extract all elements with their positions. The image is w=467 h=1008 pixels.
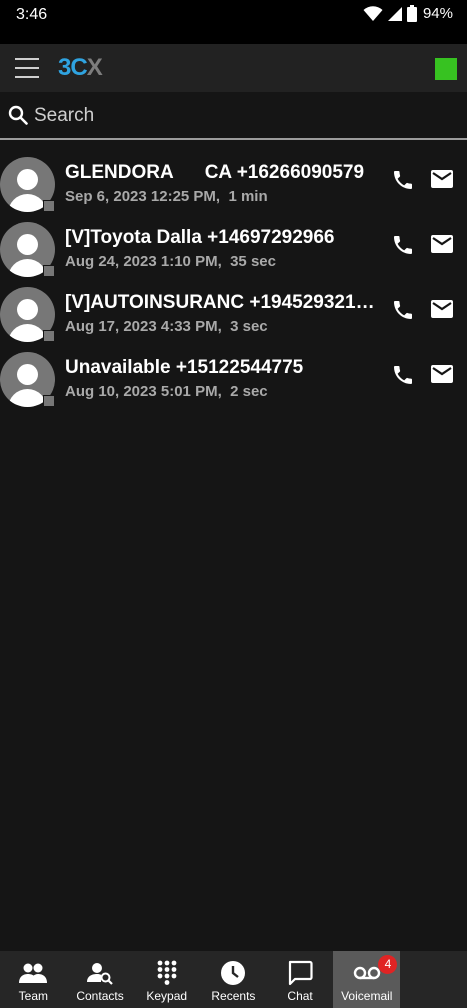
voicemail-date: Sep 6, 2023 12:25 PM, [65,188,221,205]
presence-status-indicator[interactable] [435,58,457,80]
battery-percentage: 94% [422,5,453,22]
voicemail-date: Aug 10, 2023 5:01 PM, [65,383,222,400]
voicemail-icon [353,966,380,980]
avatar-status-badge [43,265,55,277]
tab-chat[interactable]: Chat [267,951,334,1008]
status-bar: 3:46 94% [0,0,467,44]
tab-label: Voicemail [341,989,393,1003]
tab-voicemail[interactable]: Voicemail 4 [333,951,401,1008]
voicemail-meta: Aug 10, 2023 5:01 PM, 2 sec [65,383,268,400]
chat-icon [288,960,313,986]
clock-icon [221,961,246,985]
email-icon[interactable] [430,299,454,319]
voicemail-row[interactable]: GLENDORA CA +16266090579 Sep 6, 2023 12:… [0,150,467,214]
tab-label: Recents [211,989,256,1003]
app-bar: 3CX [0,44,467,92]
caller-name: [V]Toyota Dalla +14697292966 [65,227,335,248]
search-icon [8,105,28,125]
voicemail-meta: Aug 24, 2023 1:10 PM, 35 sec [65,253,276,270]
logo-text-part2: X [86,54,103,81]
voicemail-row[interactable]: [V]AUTOINSURANC +194529321… Aug 17, 2023… [0,280,467,344]
phone-icon[interactable] [391,233,415,257]
contacts-search-icon [87,963,113,985]
tab-label: Team [18,989,49,1003]
avatar-status-badge [43,395,55,407]
email-icon[interactable] [430,169,454,189]
tab-keypad[interactable]: Keypad [133,951,200,1008]
tab-recents[interactable]: Recents [200,951,267,1008]
signal-icon [387,6,402,21]
tab-label: Keypad [146,989,188,1003]
caller-name: Unavailable +15122544775 [65,357,304,378]
status-icons: 94% [363,5,453,22]
team-icon [19,963,48,983]
tab-contacts[interactable]: Contacts [67,951,134,1008]
battery-icon [406,5,417,22]
email-icon[interactable] [430,364,454,384]
voicemail-count-badge: 4 [378,955,398,974]
bottom-navigation: Team Contacts Keypad Recents Chat Voicem… [0,951,467,1008]
voicemail-meta: Sep 6, 2023 12:25 PM, 1 min [65,188,268,205]
tab-label: Chat [287,989,313,1003]
phone-icon[interactable] [391,168,415,192]
logo-text-part1: 3C [58,54,88,81]
caller-name: [V]AUTOINSURANC +194529321… [65,292,375,313]
email-icon[interactable] [430,234,454,254]
phone-icon[interactable] [391,298,415,322]
avatar-status-badge [43,200,55,212]
voicemail-duration: 2 sec [230,383,268,400]
avatar-status-badge [43,330,55,342]
search-bar [0,92,467,140]
caller-name: GLENDORA CA +16266090579 [65,162,365,183]
voicemail-duration: 35 sec [230,253,276,270]
keypad-icon [157,960,177,985]
tab-team[interactable]: Team [0,951,67,1008]
wifi-icon [363,5,383,21]
status-time: 3:46 [16,6,48,23]
voicemail-row[interactable]: Unavailable +15122544775 Aug 10, 2023 5:… [0,345,467,409]
voicemail-row[interactable]: [V]Toyota Dalla +14697292966 Aug 24, 202… [0,215,467,279]
voicemail-date: Aug 17, 2023 4:33 PM, [65,318,222,335]
hamburger-menu-icon[interactable] [15,56,39,80]
phone-icon[interactable] [391,363,415,387]
search-input[interactable] [34,104,454,128]
voicemail-date: Aug 24, 2023 1:10 PM, [65,253,222,270]
tab-label: Contacts [76,989,124,1003]
3cx-logo: 3CX [58,54,103,82]
voicemail-duration: 1 min [228,188,268,205]
voicemail-duration: 3 sec [230,318,268,335]
voicemail-meta: Aug 17, 2023 4:33 PM, 3 sec [65,318,268,335]
